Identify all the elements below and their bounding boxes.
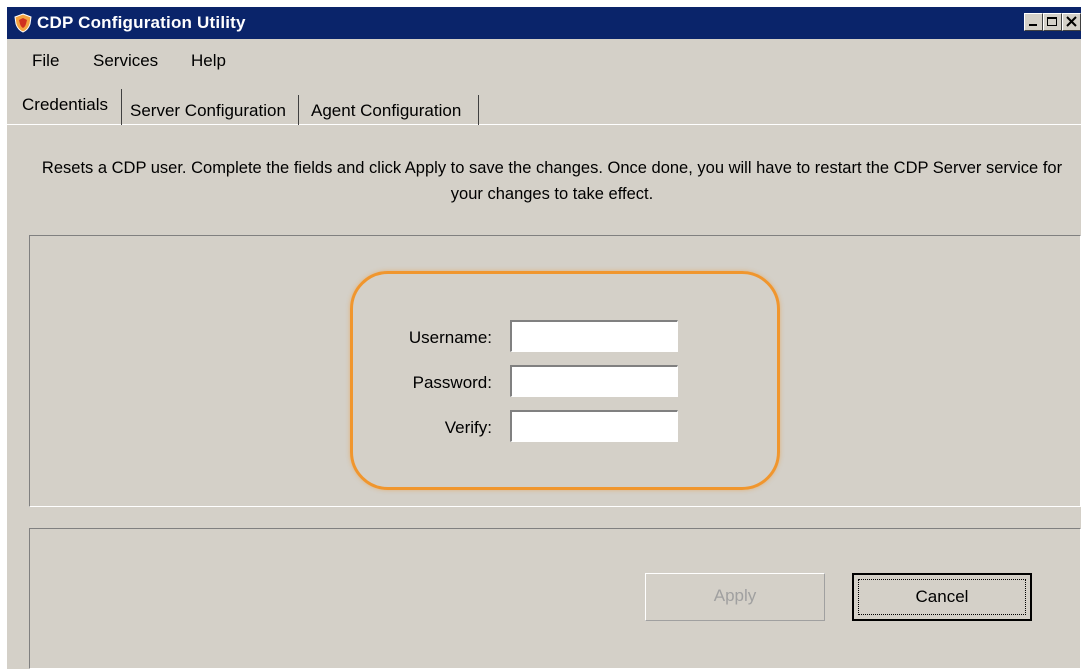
tab-server-configuration-label: Server Configuration <box>130 101 286 120</box>
close-button[interactable] <box>1062 13 1081 31</box>
apply-button[interactable]: Apply <box>645 573 825 621</box>
shield-icon <box>13 13 33 33</box>
menu-help[interactable]: Help <box>191 51 226 71</box>
tab-credentials[interactable]: Credentials <box>18 89 122 125</box>
close-icon <box>1066 16 1077 27</box>
tab-agent-configuration[interactable]: Agent Configuration <box>303 95 479 125</box>
password-label: Password: <box>412 373 492 392</box>
minimize-button[interactable] <box>1024 13 1043 31</box>
verify-input[interactable] <box>510 410 678 442</box>
cancel-button-label: Cancel <box>858 579 1026 615</box>
app-window: CDP Configuration Utility File Services … <box>7 7 1081 669</box>
maximize-icon <box>1047 17 1057 26</box>
verify-label: Verify: <box>444 418 492 437</box>
description-text: Resets a CDP user. Complete the fields a… <box>41 159 1063 203</box>
menu-file[interactable]: File <box>32 51 59 71</box>
title-bar[interactable]: CDP Configuration Utility <box>7 7 1081 39</box>
window-title: CDP Configuration Utility <box>37 13 246 32</box>
tab-credentials-label: Credentials <box>22 95 108 114</box>
username-label: Username: <box>408 328 492 347</box>
cancel-button[interactable]: Cancel <box>852 573 1032 621</box>
minimize-icon <box>1029 24 1037 26</box>
maximize-button[interactable] <box>1043 13 1062 31</box>
username-input[interactable] <box>510 320 678 352</box>
tab-agent-configuration-label: Agent Configuration <box>311 101 462 120</box>
menu-services[interactable]: Services <box>93 51 158 71</box>
tab-strip: Credentials Server Configuration Agent C… <box>7 87 1081 127</box>
menu-bar: File Services Help <box>7 43 1081 77</box>
password-input[interactable] <box>510 365 678 397</box>
tab-server-configuration[interactable]: Server Configuration <box>122 95 299 125</box>
